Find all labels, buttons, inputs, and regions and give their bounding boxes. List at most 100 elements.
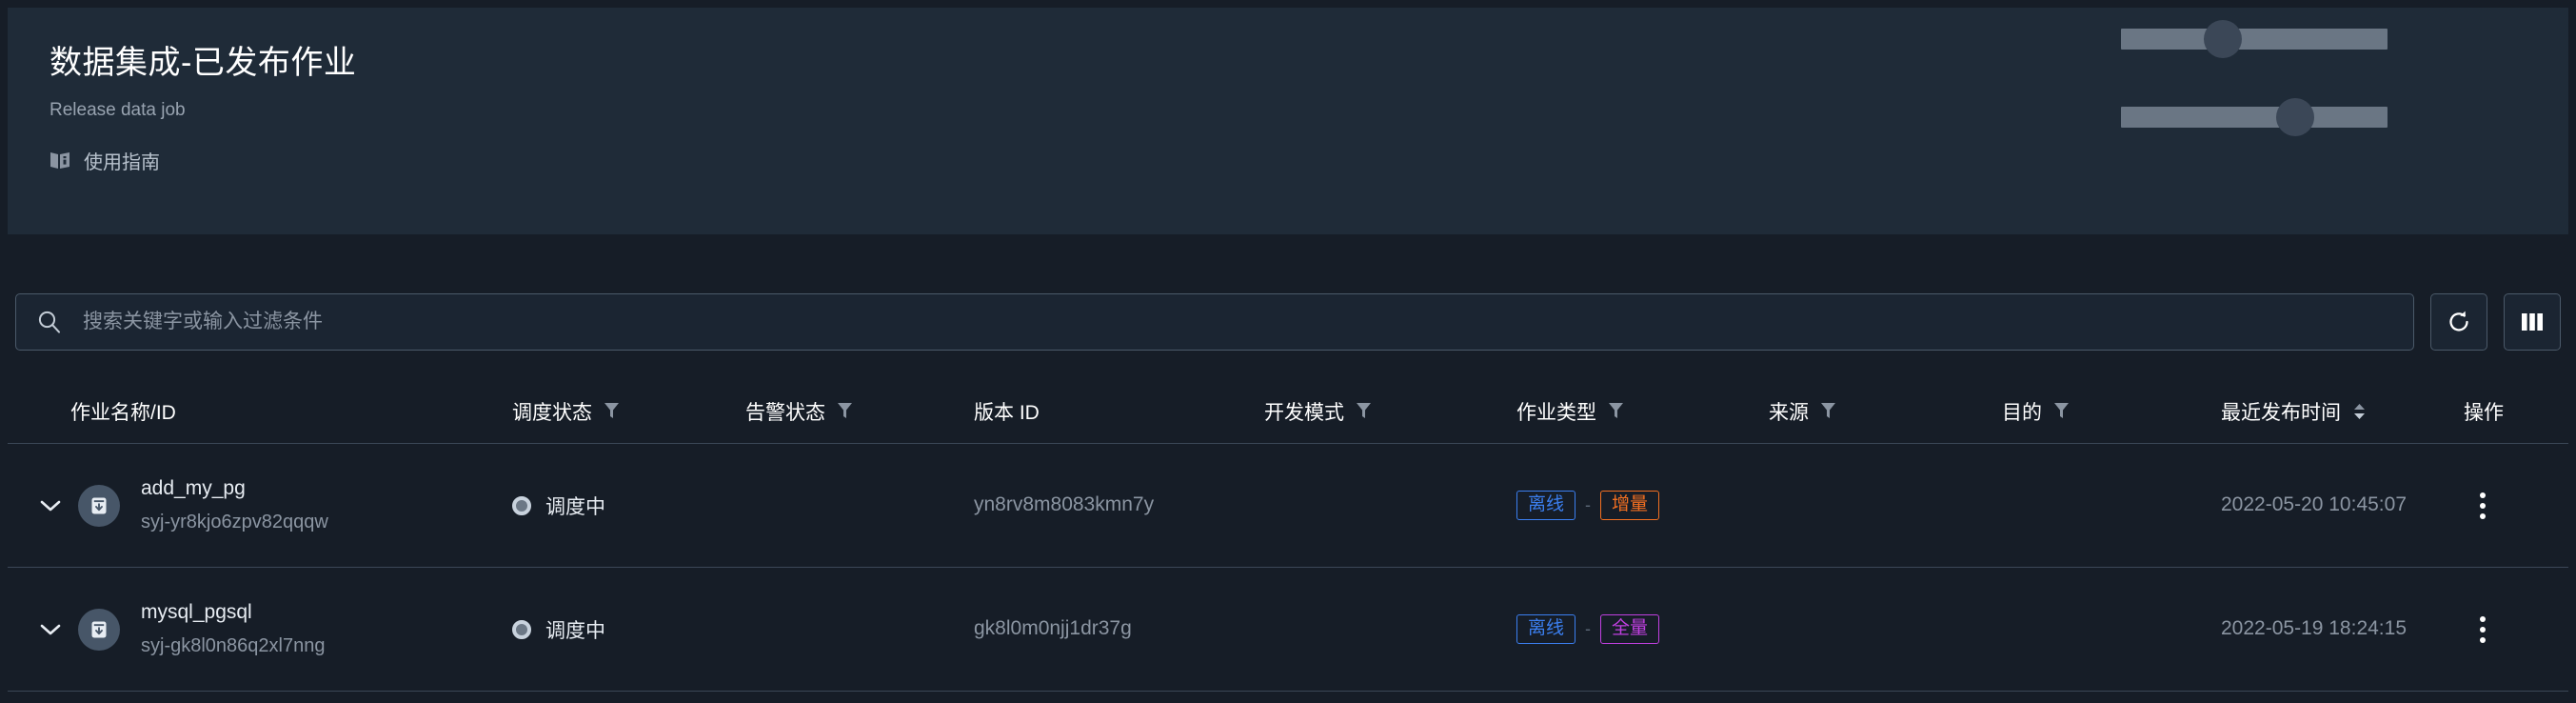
column-header-jobtype[interactable]: 作业类型 — [1516, 397, 1769, 426]
publish-time-text: 2022-05-19 18:24:15 — [2221, 617, 2407, 640]
tag-separator: - — [1585, 618, 1592, 638]
header-left: 数据集成-已发布作业 Release data job 使用指南 — [8, 8, 356, 234]
column-header-jobtype-label: 作业类型 — [1516, 401, 1596, 424]
column-header-version-label: 版本 ID — [974, 401, 1040, 424]
refresh-icon — [2446, 309, 2472, 335]
refresh-button[interactable] — [2430, 293, 2487, 351]
search-box[interactable] — [15, 293, 2414, 351]
tag-incremental: 增量 — [1600, 490, 1660, 521]
page-subtitle: Release data job — [50, 99, 186, 120]
table-row[interactable]: mysql_pgsql syj-gk8l0n86q2xl7nng 调度中 gk8… — [8, 568, 2568, 692]
job-package-icon — [78, 608, 120, 651]
column-header-name-label: 作业名称/ID — [70, 401, 176, 424]
version-id-text: gk8l0m0njj1dr37g — [974, 617, 1132, 640]
column-header-version[interactable]: 版本 ID — [974, 397, 1264, 426]
job-name[interactable]: add_my_pg — [141, 475, 328, 502]
tag-offline: 离线 — [1516, 613, 1576, 645]
chevron-down-icon[interactable] — [23, 499, 78, 512]
job-name[interactable]: mysql_pgsql — [141, 599, 325, 626]
job-package-icon — [78, 484, 120, 527]
page-header-panel: 数据集成-已发布作业 Release data job 使用指南 — [8, 8, 2568, 234]
column-header-devmode[interactable]: 开发模式 — [1264, 397, 1516, 426]
status-text: 调度中 — [545, 495, 605, 518]
column-header-time-label: 最近发布时间 — [2221, 401, 2341, 424]
skeleton-slider-2[interactable] — [2121, 98, 2388, 136]
tag-offline: 离线 — [1516, 490, 1576, 521]
filter-icon[interactable] — [2053, 402, 2070, 420]
tag-separator: - — [1585, 494, 1592, 514]
skeleton-slider-1[interactable] — [2121, 20, 2388, 58]
column-header-sched[interactable]: 调度状态 — [512, 397, 745, 426]
column-header-name[interactable]: 作业名称/ID — [8, 397, 512, 426]
tag-full: 全量 — [1600, 613, 1660, 645]
column-header-source-label: 来源 — [1769, 401, 1809, 424]
chevron-down-icon[interactable] — [23, 623, 78, 636]
row-jobtype: 离线 - 增量 — [1516, 490, 1769, 521]
more-vertical-icon[interactable] — [2464, 611, 2502, 649]
columns-settings-button[interactable] — [2504, 293, 2561, 351]
row-jobtype: 离线 - 全量 — [1516, 613, 1769, 645]
row-name-cell: mysql_pgsql syj-gk8l0n86q2xl7nng — [8, 599, 512, 658]
column-header-sched-label: 调度状态 — [512, 401, 592, 424]
job-name-block: add_my_pg syj-yr8kjo6zpv82qqqw — [141, 475, 328, 534]
job-id: syj-yr8kjo6zpv82qqqw — [141, 511, 328, 532]
column-header-target[interactable]: 目的 — [2002, 397, 2221, 426]
page-title: 数据集成-已发布作业 — [50, 45, 357, 81]
column-header-action: 操作 — [2464, 397, 2568, 426]
job-name-block: mysql_pgsql syj-gk8l0n86q2xl7nng — [141, 599, 325, 658]
row-time: 2022-05-19 18:24:15 — [2221, 614, 2464, 643]
version-id-text: yn8rv8m8083kmn7y — [974, 493, 1155, 516]
table-toolbar — [8, 293, 2568, 351]
filter-icon[interactable] — [604, 402, 620, 420]
job-type-tags: 离线 - 全量 — [1516, 613, 1769, 645]
more-dot — [2480, 636, 2486, 643]
row-time: 2022-05-20 10:45:07 — [2221, 491, 2464, 519]
filter-icon[interactable] — [1820, 402, 1836, 420]
column-header-devmode-label: 开发模式 — [1264, 401, 1344, 424]
row-sched-status: 调度中 — [512, 615, 745, 644]
row-version: gk8l0m0njj1dr37g — [974, 614, 1264, 643]
filter-icon[interactable] — [837, 402, 853, 420]
status-running-icon — [512, 495, 531, 515]
publish-time-text: 2022-05-20 10:45:07 — [2221, 493, 2407, 516]
more-dot — [2480, 492, 2486, 498]
column-header-action-label: 操作 — [2464, 401, 2504, 424]
job-id: syj-gk8l0n86q2xl7nng — [141, 634, 326, 656]
job-type-tags: 离线 - 增量 — [1516, 490, 1769, 521]
column-header-alarm-label: 告警状态 — [745, 401, 825, 424]
column-header-alarm[interactable]: 告警状态 — [745, 397, 974, 426]
slider-track — [2121, 107, 2388, 128]
column-header-target-label: 目的 — [2002, 401, 2042, 424]
status-running-icon — [512, 619, 531, 639]
sort-icon[interactable] — [2352, 402, 2367, 421]
more-dot — [2480, 512, 2486, 519]
slider-thumb[interactable] — [2204, 20, 2242, 58]
filter-icon[interactable] — [1356, 402, 1372, 420]
more-vertical-icon[interactable] — [2464, 487, 2502, 525]
book-icon — [50, 151, 70, 170]
row-action — [2464, 487, 2568, 525]
search-icon — [37, 310, 62, 334]
usage-guide-label: 使用指南 — [84, 151, 160, 173]
more-dot — [2480, 626, 2486, 633]
jobs-table: 作业名称/ID 调度状态 告警状态 版本 ID 开发模式 作业类型 来源 目的 … — [8, 379, 2568, 692]
row-version: yn8rv8m8083kmn7y — [974, 491, 1264, 519]
slider-thumb[interactable] — [2276, 98, 2314, 136]
more-dot — [2480, 502, 2486, 509]
more-dot — [2480, 615, 2486, 622]
header-skeleton-sliders — [2121, 8, 2568, 234]
table-header-row: 作业名称/ID 调度状态 告警状态 版本 ID 开发模式 作业类型 来源 目的 … — [8, 379, 2568, 444]
column-header-source[interactable]: 来源 — [1769, 397, 2002, 426]
row-action — [2464, 611, 2568, 649]
status-text: 调度中 — [545, 619, 605, 642]
filter-icon[interactable] — [1608, 402, 1624, 420]
usage-guide-link[interactable]: 使用指南 — [50, 147, 356, 174]
row-sched-status: 调度中 — [512, 492, 745, 520]
slider-track — [2121, 29, 2388, 50]
columns-icon — [2520, 311, 2545, 333]
table-row[interactable]: add_my_pg syj-yr8kjo6zpv82qqqw 调度中 yn8rv… — [8, 444, 2568, 568]
search-input[interactable] — [81, 310, 2392, 334]
row-name-cell: add_my_pg syj-yr8kjo6zpv82qqqw — [8, 475, 512, 534]
column-header-time[interactable]: 最近发布时间 — [2221, 397, 2464, 426]
page-root: 数据集成-已发布作业 Release data job 使用指南 搜索关键字或输… — [0, 0, 2576, 703]
